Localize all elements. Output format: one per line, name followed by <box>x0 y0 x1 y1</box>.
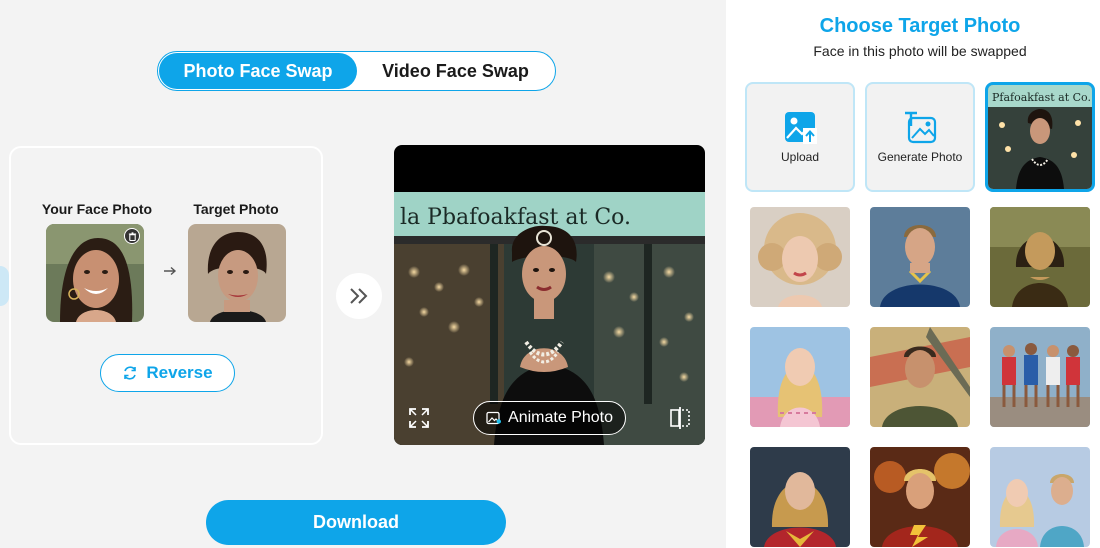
reverse-button[interactable]: Reverse <box>100 354 235 392</box>
selected-sign-text: Pfafoakfast at Co. <box>992 91 1091 104</box>
delete-face-button[interactable] <box>124 228 140 244</box>
trash-icon <box>128 231 136 241</box>
panel-subtitle: Face in this photo will be swapped <box>813 43 1027 59</box>
target-photo-thumbnail[interactable] <box>188 224 286 322</box>
target-option-curly-blonde[interactable] <box>750 207 850 307</box>
reverse-icon <box>124 366 137 380</box>
target-photo-label: Target Photo <box>193 201 279 217</box>
store-sign-text: la Pbafoakfast at Co. <box>400 205 631 230</box>
result-preview: la Pbafoakfast at Co. Animate Photo <box>394 145 705 445</box>
tab-video-face-swap[interactable]: Video Face Swap <box>357 53 554 89</box>
target-option-runners[interactable] <box>990 327 1090 427</box>
generate-photo-tile[interactable]: Generate Photo <box>865 82 975 192</box>
generate-text-image-icon <box>905 111 937 144</box>
side-collapse-tab[interactable] <box>0 266 9 306</box>
double-chevron-right-icon <box>350 288 368 304</box>
download-button[interactable]: Download <box>206 500 506 545</box>
image-sparkle-icon <box>486 411 502 425</box>
target-option-selected[interactable]: Pfafoakfast at Co. <box>985 82 1095 192</box>
arrow-right-icon <box>163 263 177 279</box>
selected-target-image: Pfafoakfast at Co. <box>988 85 1092 189</box>
target-photo-image <box>188 224 286 322</box>
target-option-couple[interactable] <box>990 447 1090 547</box>
tab-photo-face-swap[interactable]: Photo Face Swap <box>159 53 357 89</box>
generate-photo-label: Generate Photo <box>877 150 963 164</box>
panel-title: Choose Target Photo <box>819 15 1021 37</box>
target-option-soccer-player[interactable] <box>870 207 970 307</box>
expand-icon[interactable] <box>407 406 431 430</box>
upload-label: Upload <box>780 150 820 164</box>
target-option-mona-lisa[interactable] <box>990 207 1090 307</box>
next-step-button[interactable] <box>336 273 382 319</box>
animate-photo-button[interactable]: Animate Photo <box>473 401 626 435</box>
target-option-pilot[interactable] <box>870 327 970 427</box>
animate-photo-label: Animate Photo <box>508 409 613 426</box>
compare-icon[interactable] <box>668 406 692 430</box>
your-face-label: Your Face Photo <box>41 201 153 217</box>
mode-toggle: Photo Face Swap Video Face Swap <box>157 51 556 91</box>
source-card: Your Face Photo Target Photo Reverse <box>9 146 323 445</box>
target-option-blonde-field[interactable] <box>750 327 850 427</box>
workspace: Photo Face Swap Video Face Swap Your Fac… <box>0 0 726 548</box>
upload-tile[interactable]: Upload <box>745 82 855 192</box>
your-face-thumbnail[interactable] <box>46 224 144 322</box>
reverse-label: Reverse <box>146 363 213 382</box>
target-option-fire-hero[interactable] <box>870 447 970 547</box>
target-photo-panel: Choose Target Photo Face in this photo w… <box>726 0 1100 548</box>
target-option-superhero-woman[interactable] <box>750 447 850 547</box>
upload-image-icon <box>785 112 817 144</box>
